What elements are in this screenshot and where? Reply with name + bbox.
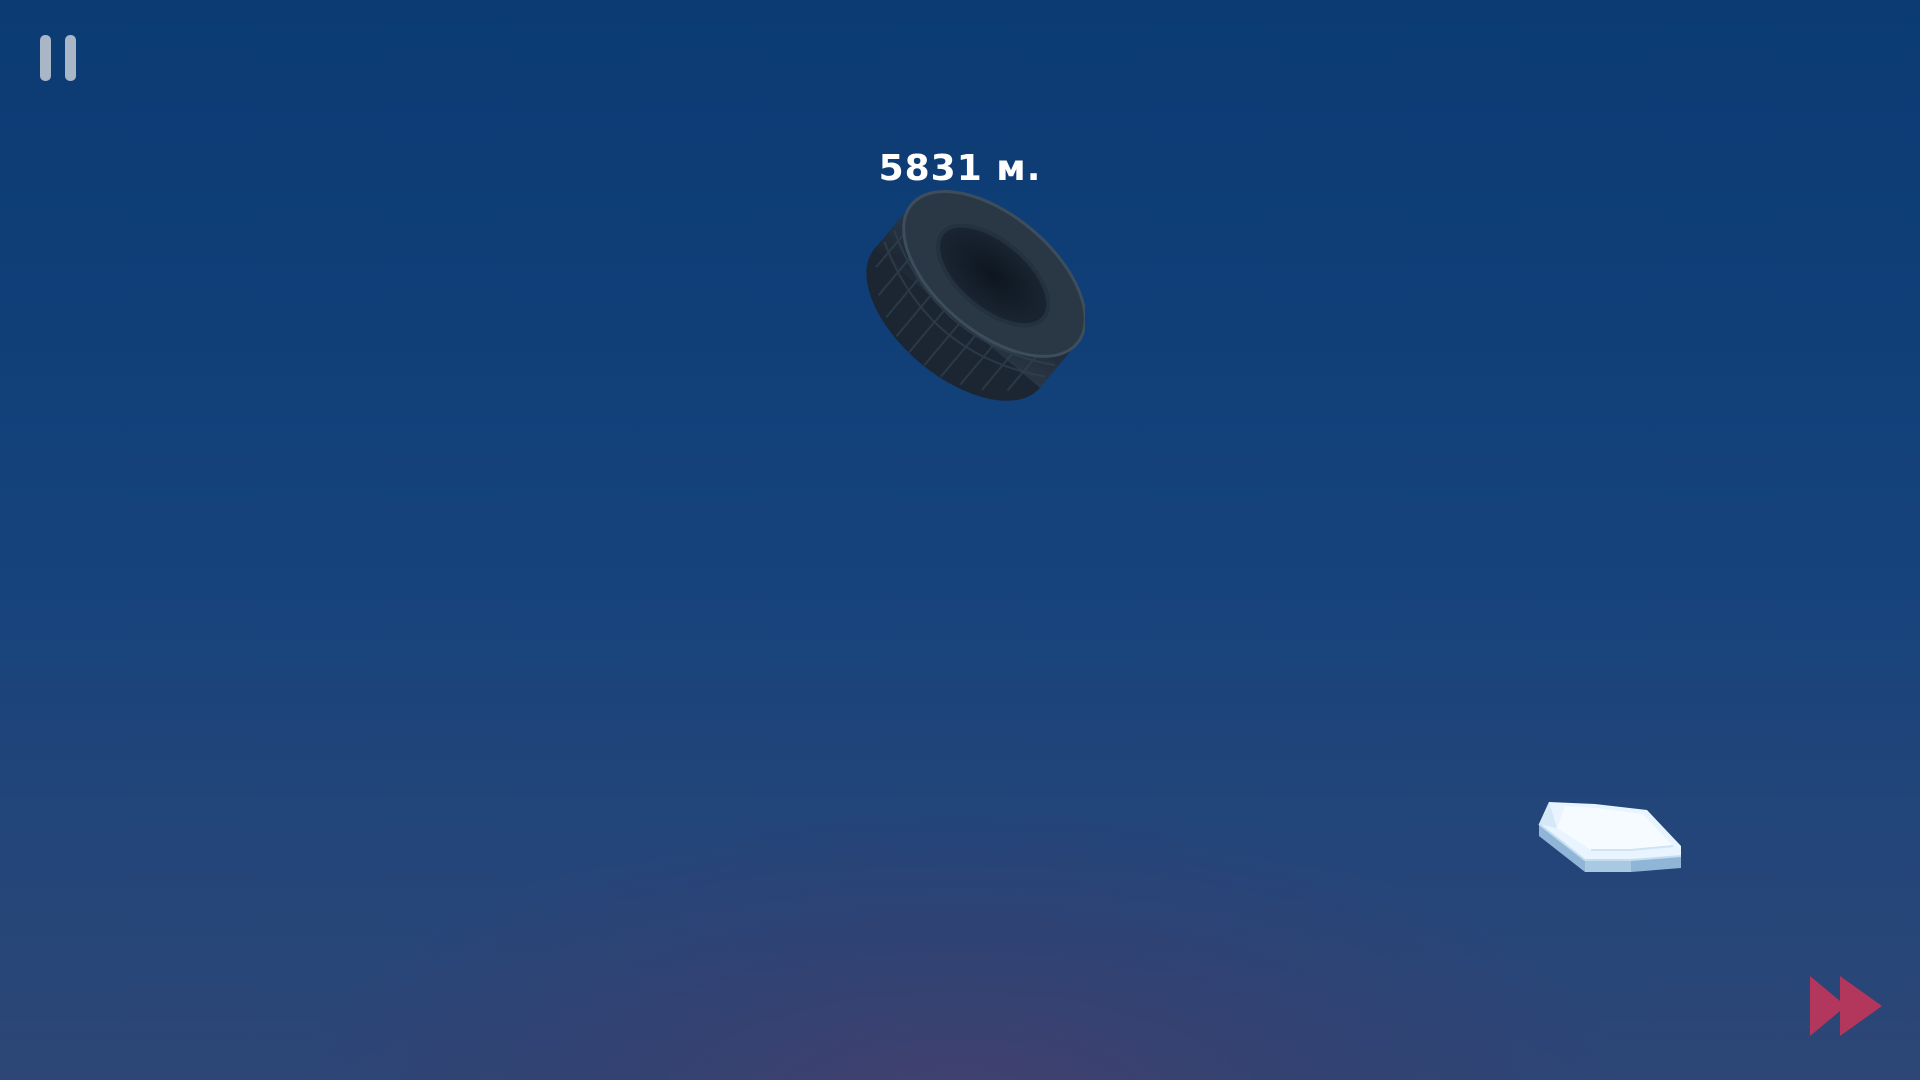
fast-forward-button[interactable] <box>1806 974 1886 1038</box>
ice-block-platform <box>1538 802 1682 872</box>
fast-forward-icon <box>1810 976 1882 1036</box>
pause-icon <box>40 35 51 81</box>
pause-button[interactable] <box>38 35 78 83</box>
distance-counter: 5831 м. <box>878 148 1042 189</box>
tire-object <box>866 189 1085 401</box>
